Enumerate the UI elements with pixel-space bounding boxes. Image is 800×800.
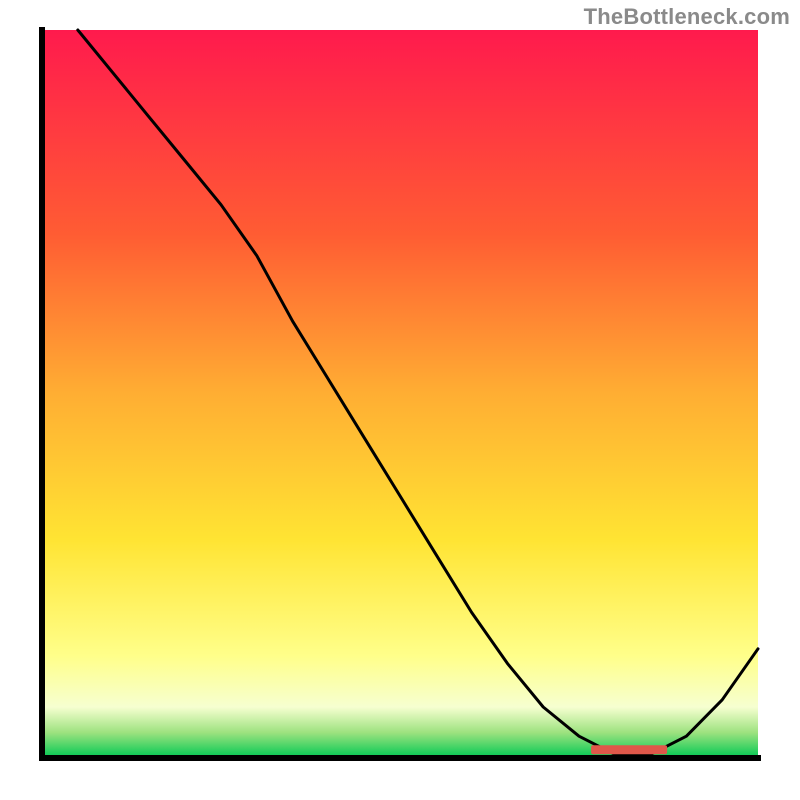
chart-root: TheBottleneck.com <box>0 0 800 800</box>
minimum-marker <box>591 745 667 754</box>
plot-background <box>42 30 758 758</box>
watermark-text: TheBottleneck.com <box>584 4 790 30</box>
chart-svg <box>0 0 800 800</box>
